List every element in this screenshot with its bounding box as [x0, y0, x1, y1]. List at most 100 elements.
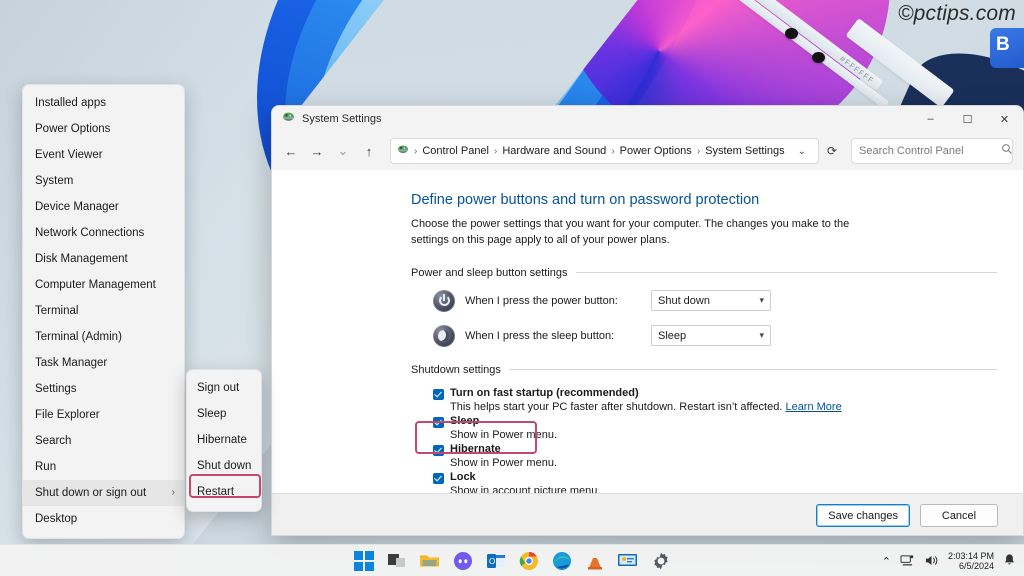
winx-item-installed-apps[interactable]: Installed apps — [23, 90, 184, 116]
breadcrumb-item-power-options[interactable]: Power Options — [620, 145, 692, 157]
maximize-button[interactable]: ☐ — [949, 106, 986, 132]
winx-item-power-options[interactable]: Power Options — [23, 116, 184, 142]
shutdown-option-lock[interactable]: Lock — [433, 471, 997, 484]
winx-context-menu[interactable]: Installed apps Power Options Event Viewer S… — [22, 84, 185, 539]
remote-desktop-icon[interactable] — [617, 550, 639, 572]
checkbox-icon[interactable] — [433, 444, 444, 456]
start-icon[interactable] — [353, 550, 375, 572]
checkbox-icon[interactable] — [433, 388, 444, 400]
site-watermark: ©pctips.com — [897, 2, 1016, 25]
dialog-footer: Save changes Cancel — [272, 493, 1023, 535]
desktop: B #FFFFFF ©pctips.com Installed apps Powe… — [0, 0, 1024, 576]
winx-item-terminal-admin[interactable]: Terminal (Admin) — [23, 324, 184, 350]
breadcrumb-item-hardware-and-sound[interactable]: Hardware and Sound — [502, 145, 606, 157]
forward-button[interactable]: → — [306, 139, 328, 163]
save-changes-button[interactable]: Save changes — [816, 504, 910, 527]
breadcrumb-item-system-settings[interactable]: System Settings — [705, 145, 784, 157]
winx-item-label: Computer Management — [35, 279, 156, 291]
breadcrumb-item-control-panel[interactable]: Control Panel — [422, 145, 489, 157]
winx-item-device-manager[interactable]: Device Manager — [23, 194, 184, 220]
window-title: System Settings — [302, 113, 382, 125]
winx-item-settings[interactable]: Settings — [23, 376, 184, 402]
search-box[interactable] — [851, 138, 1013, 164]
wallpaper-dot — [785, 28, 798, 39]
task-view-icon[interactable] — [386, 550, 408, 572]
vlc-icon[interactable] — [584, 550, 606, 572]
winx-item-label: Installed apps — [35, 97, 106, 109]
power-button-select[interactable]: Shut down ▾ — [651, 290, 771, 312]
winx-item-search[interactable]: Search — [23, 428, 184, 454]
winx-item-label: Disk Management — [35, 253, 128, 265]
tray-time: 2:03:14 PM — [947, 550, 994, 561]
up-button[interactable]: ↑ — [358, 139, 380, 163]
tray-clock[interactable]: 2:03:14 PM 6/5/2024 — [948, 551, 994, 572]
winx-submenu-item-sign-out[interactable]: Sign out — [187, 375, 261, 401]
winx-submenu[interactable]: Sign out Sleep Hibernate Shut down Restart — [186, 369, 262, 512]
winx-item-label: Run — [35, 461, 57, 473]
checkbox-icon[interactable] — [433, 472, 444, 484]
winx-item-label: Device Manager — [35, 201, 119, 213]
address-bar[interactable]: › Control Panel › Hardware and Sound › P… — [390, 138, 819, 164]
winx-item-label: Network Connections — [35, 227, 145, 239]
winx-submenu-item-hibernate[interactable]: Hibernate — [187, 427, 261, 453]
shutdown-option-description: Show in Power menu. — [450, 457, 997, 469]
back-button[interactable]: ← — [280, 139, 302, 163]
bell-icon[interactable] — [1003, 553, 1016, 569]
refresh-icon[interactable]: ⟳ — [823, 144, 841, 158]
winx-item-task-manager[interactable]: Task Manager — [23, 350, 184, 376]
winx-item-shut-down-or-sign-out[interactable]: Shut down or sign out › — [23, 480, 184, 506]
chrome-icon[interactable] — [518, 550, 540, 572]
shutdown-group-title: Shutdown settings — [411, 363, 501, 376]
network-icon[interactable] — [900, 554, 915, 569]
shutdown-option-label: Turn on fast startup (recommended) — [450, 386, 639, 399]
sleep-button-select[interactable]: Sleep ▾ — [651, 325, 771, 347]
winx-item-computer-management[interactable]: Computer Management — [23, 272, 184, 298]
breadcrumb-separator: › — [414, 145, 418, 157]
winx-item-label: Desktop — [35, 513, 78, 525]
shutdown-option-sleep[interactable]: Sleep — [433, 415, 997, 428]
breadcrumb-separator: › — [494, 145, 498, 157]
shutdown-option-turn-on-fast-startup-recommended[interactable]: Turn on fast startup (recommended) — [433, 387, 997, 400]
discord-icon[interactable] — [452, 550, 474, 572]
cancel-button[interactable]: Cancel — [920, 504, 998, 527]
learn-more-link[interactable]: Learn More — [785, 401, 841, 413]
window-titlebar: System Settings – ☐ ✕ — [272, 106, 1023, 132]
chevron-down-icon[interactable]: ⌄ — [792, 146, 812, 157]
winx-item-desktop[interactable]: Desktop — [23, 506, 184, 532]
recent-locations-button[interactable]: ⌄ — [332, 139, 354, 163]
winx-item-label: System — [35, 175, 74, 187]
power-group-header: Power and sleep button settings — [411, 267, 997, 279]
file-explorer-icon[interactable] — [419, 550, 441, 572]
winx-submenu-item-sleep[interactable]: Sleep — [187, 401, 261, 427]
checkbox-icon[interactable] — [433, 416, 444, 428]
volume-icon[interactable] — [924, 554, 939, 569]
chevron-down-icon: ▾ — [759, 295, 764, 306]
power-button-icon — [433, 289, 455, 312]
minimize-button[interactable]: – — [912, 106, 949, 132]
winx-item-label: Terminal — [35, 305, 79, 317]
winx-item-label: Terminal (Admin) — [35, 331, 122, 343]
wallpaper-dot — [812, 52, 825, 63]
tray-overflow-icon[interactable]: ⌃ — [882, 555, 891, 568]
address-bar-icon — [397, 142, 409, 160]
winx-item-file-explorer[interactable]: File Explorer — [23, 402, 184, 428]
control-panel-window: System Settings – ☐ ✕ ← → ⌄ ↑ › Control … — [271, 105, 1024, 536]
outlook-icon[interactable]: O — [485, 550, 507, 572]
winx-item-system[interactable]: System — [23, 168, 184, 194]
settings-gear-icon[interactable] — [650, 550, 672, 572]
search-input[interactable] — [859, 145, 1001, 157]
shutdown-option-label: Hibernate — [450, 442, 501, 455]
close-button[interactable]: ✕ — [986, 106, 1023, 132]
winx-item-run[interactable]: Run — [23, 454, 184, 480]
control-panel-icon — [282, 110, 295, 128]
winx-item-disk-management[interactable]: Disk Management — [23, 246, 184, 272]
winx-submenu-item-restart[interactable]: Restart — [187, 479, 261, 505]
winx-item-network-connections[interactable]: Network Connections — [23, 220, 184, 246]
taskbar: O ⌃ 2:03:14 PM 6/5/2024 — [0, 544, 1024, 576]
winx-submenu-item-shut-down[interactable]: Shut down — [187, 453, 261, 479]
winx-item-terminal[interactable]: Terminal — [23, 298, 184, 324]
winx-item-label: Task Manager — [35, 357, 108, 369]
edge-icon[interactable] — [551, 550, 573, 572]
shutdown-option-hibernate[interactable]: Hibernate — [433, 443, 997, 456]
winx-item-event-viewer[interactable]: Event Viewer — [23, 142, 184, 168]
